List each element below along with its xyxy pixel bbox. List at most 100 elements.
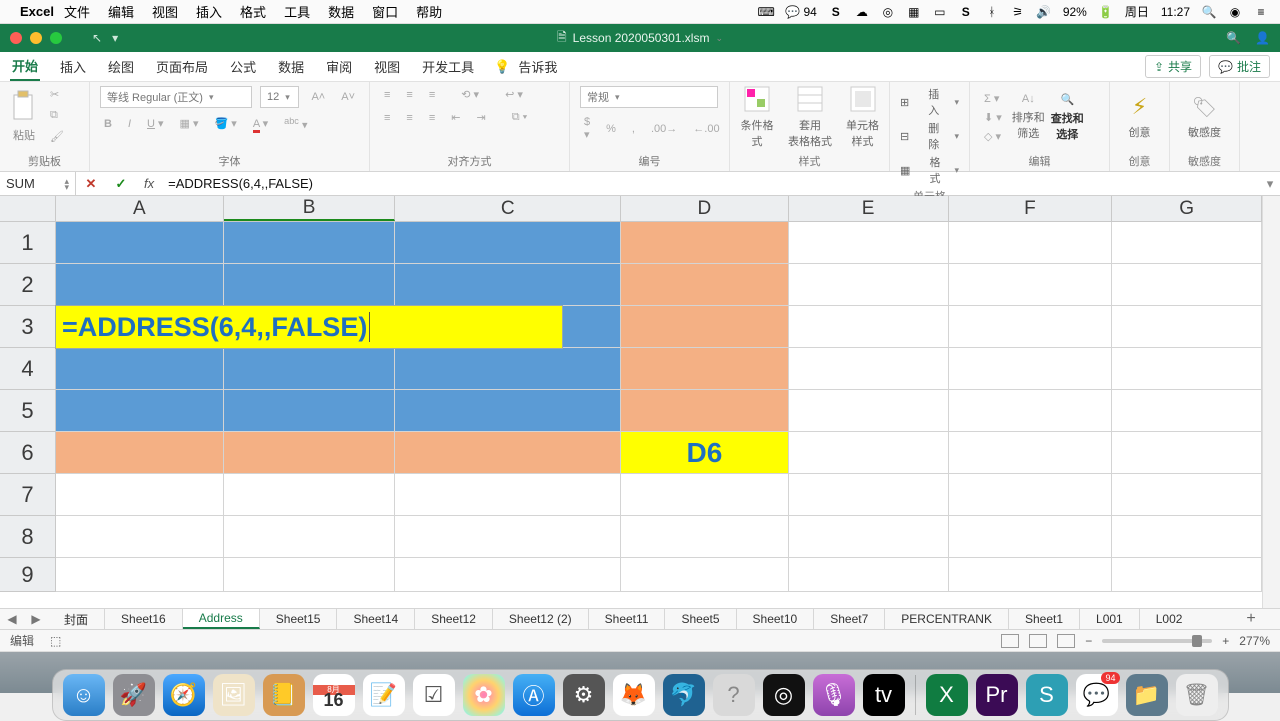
merge-icon[interactable]: ⧉ ▾	[508, 109, 532, 126]
increase-font-icon[interactable]: A˄	[307, 89, 329, 105]
currency-icon[interactable]: $ ▾	[580, 114, 594, 143]
clock-time[interactable]: 11:27	[1161, 5, 1190, 19]
increase-indent-icon[interactable]: ⇥	[472, 109, 489, 126]
help-icon[interactable]: ?	[713, 674, 755, 716]
decrease-decimal-icon[interactable]: ←.00	[689, 121, 723, 137]
menu-data[interactable]: 数据	[328, 2, 354, 21]
photos-icon[interactable]: ✿	[463, 674, 505, 716]
tab-draw[interactable]: 绘图	[106, 53, 136, 80]
add-sheet-button[interactable]: +	[1236, 610, 1266, 628]
sheet-tab-active[interactable]: Address	[183, 609, 260, 629]
battery-text[interactable]: 92%	[1063, 5, 1087, 19]
autosum-icon[interactable]: Σ ▾	[980, 90, 1006, 107]
col-header-A[interactable]: A	[56, 196, 224, 221]
delete-cells-button[interactable]: ⊟ 删除 ▾	[900, 120, 959, 152]
align-left-icon[interactable]: ≡	[380, 110, 394, 126]
sheet-tab[interactable]: Sheet12	[415, 609, 493, 629]
col-header-F[interactable]: F	[949, 196, 1113, 221]
paste-label[interactable]: 粘贴	[13, 127, 35, 143]
close-window-button[interactable]	[10, 32, 22, 44]
grid-icon[interactable]: ▦	[907, 5, 921, 19]
tab-review[interactable]: 审阅	[324, 53, 354, 80]
cells-grid[interactable]: D6 =ADDRESS(6,4,,FALSE)	[56, 222, 1262, 608]
row-header-7[interactable]: 7	[0, 474, 55, 516]
increase-decimal-icon[interactable]: .00→	[647, 121, 681, 137]
premiere-icon[interactable]: Pr	[976, 674, 1018, 716]
tab-developer[interactable]: 开发工具	[420, 53, 476, 80]
sheet-tab[interactable]: PERCENTRANK	[885, 609, 1009, 629]
autosave-dropdown-icon[interactable]: ▾	[112, 31, 118, 45]
wifi-icon[interactable]: ⚞	[1011, 5, 1025, 19]
copy-icon[interactable]: ⧉	[46, 107, 68, 124]
sheet-tab[interactable]: Sheet5	[665, 609, 736, 629]
col-header-E[interactable]: E	[789, 196, 949, 221]
finder-icon[interactable]: ☺︎	[63, 674, 105, 716]
row-header-1[interactable]: 1	[0, 222, 55, 264]
menu-file[interactable]: 文件	[64, 2, 90, 21]
menu-tools[interactable]: 工具	[284, 2, 310, 21]
menu-help[interactable]: 帮助	[416, 2, 442, 21]
app-name[interactable]: Excel	[20, 4, 54, 19]
col-header-C[interactable]: C	[395, 196, 621, 221]
font-name-select[interactable]: 等线 Regular (正文)▾	[100, 86, 252, 108]
row-header-2[interactable]: 2	[0, 264, 55, 306]
minimize-window-button[interactable]	[30, 32, 42, 44]
safari-icon[interactable]: 🧭	[163, 674, 205, 716]
firefox-icon[interactable]: 🦊	[613, 674, 655, 716]
zoom-in-button[interactable]: +	[1222, 634, 1229, 648]
fx-icon[interactable]: fx	[136, 176, 162, 191]
col-header-D[interactable]: D	[621, 196, 789, 221]
launchpad-icon[interactable]: 🚀	[113, 674, 155, 716]
appletv-icon[interactable]: tv	[863, 674, 905, 716]
insert-cells-button[interactable]: ⊞ 插入 ▾	[900, 86, 959, 118]
find-select-button[interactable]: 🔍 查找和 选择	[1051, 93, 1084, 142]
wechat-app-icon[interactable]: 💬	[1076, 674, 1118, 716]
row-header-6[interactable]: 6	[0, 432, 55, 474]
border-button[interactable]: ▦ ▾	[176, 115, 203, 132]
menu-view[interactable]: 视图	[152, 2, 178, 21]
airplay-icon[interactable]: ▭	[933, 5, 947, 19]
s-icon-2[interactable]: S	[959, 5, 973, 19]
expand-formula-bar-icon[interactable]: ▾	[1260, 176, 1280, 192]
row-header-5[interactable]: 5	[0, 390, 55, 432]
tell-me[interactable]: 告诉我	[516, 53, 559, 80]
tab-formulas[interactable]: 公式	[228, 53, 258, 80]
tab-layout[interactable]: 页面布局	[154, 53, 210, 80]
name-box[interactable]: SUM ▴▾	[0, 172, 76, 195]
row-header-3[interactable]: 3	[0, 306, 55, 348]
page-layout-view-icon[interactable]	[1029, 634, 1047, 648]
podcasts-icon[interactable]: 🎙︎	[813, 674, 855, 716]
col-header-G[interactable]: G	[1112, 196, 1262, 221]
italic-button[interactable]: I	[124, 116, 135, 132]
underline-button[interactable]: U ▾	[143, 115, 168, 132]
folder-icon[interactable]: 📁	[1126, 674, 1168, 716]
tab-insert[interactable]: 插入	[58, 53, 88, 80]
sheet-tab[interactable]: Sheet1	[1009, 609, 1080, 629]
name-box-stepper-icon[interactable]: ▴▾	[64, 178, 69, 190]
comments-button[interactable]: 💬批注	[1209, 55, 1270, 78]
fill-color-button[interactable]: 🪣 ▾	[211, 115, 241, 132]
cell-D6[interactable]: D6	[621, 432, 789, 474]
row-header-9[interactable]: 9	[0, 558, 55, 592]
appstore-icon[interactable]: Ⓐ	[513, 674, 555, 716]
align-center-icon[interactable]: ≡	[402, 110, 416, 126]
orientation-icon[interactable]: ⟲ ▾	[457, 86, 483, 103]
row-header-8[interactable]: 8	[0, 516, 55, 558]
sheet-tab[interactable]: Sheet14	[337, 609, 415, 629]
phonetic-button[interactable]: abc ▾	[280, 114, 311, 134]
zoom-slider[interactable]	[1102, 639, 1212, 643]
autosave-toggle-icon[interactable]: ↖︎	[92, 31, 102, 45]
sheet-tab[interactable]: L001	[1080, 609, 1140, 629]
conditional-format-button[interactable]: 条件格式	[740, 85, 774, 149]
battery-icon[interactable]: 🔋	[1099, 5, 1113, 19]
notes-icon[interactable]: 📝	[363, 674, 405, 716]
align-bottom-icon[interactable]: ≡	[425, 87, 439, 103]
spotlight-icon[interactable]: 🔍	[1202, 5, 1216, 19]
tab-nav-prev-icon[interactable]: ◀	[7, 612, 16, 626]
notification-center-icon[interactable]: ≡	[1254, 5, 1268, 19]
font-color-button[interactable]: A ▾	[249, 115, 272, 132]
number-format-select[interactable]: 常规▾	[580, 86, 718, 108]
sheet-tab[interactable]: 封面	[48, 609, 105, 629]
sheet-tab[interactable]: Sheet10	[737, 609, 815, 629]
contacts-icon[interactable]: 📒	[263, 674, 305, 716]
